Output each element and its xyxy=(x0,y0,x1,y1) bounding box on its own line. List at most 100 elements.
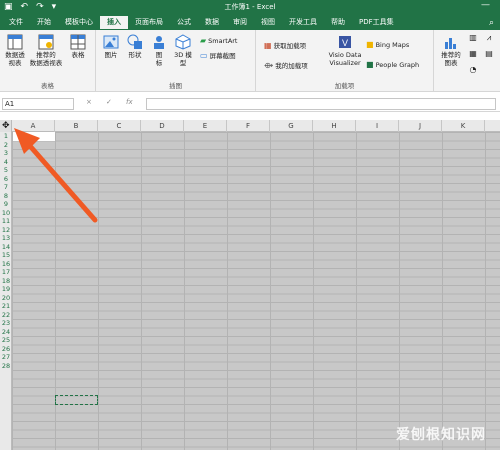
line-chart-button[interactable]: ⩘ xyxy=(482,34,496,42)
row-header[interactable]: 28 xyxy=(0,362,12,371)
table-button[interactable]: 表格 xyxy=(66,34,90,59)
search-icon[interactable]: ⌕ xyxy=(489,16,494,30)
column-header[interactable]: F xyxy=(227,120,270,132)
visio-label: Visio Data Visualizer xyxy=(328,51,362,67)
group-tables-label: 表格 xyxy=(41,82,54,90)
arrow-shaft xyxy=(27,143,98,223)
picture-icon xyxy=(103,35,119,49)
line-chart-icon: ⩘ xyxy=(486,33,492,42)
people-graph-label: People Graph xyxy=(375,60,420,69)
cursor-move-icon: ✥ xyxy=(2,121,10,131)
cube-icon xyxy=(175,34,191,50)
tab-help[interactable]: 帮助 xyxy=(324,16,352,30)
tab-formulas[interactable]: 公式 xyxy=(170,16,198,30)
formula-bar: A1 × ✓ fx xyxy=(0,96,500,112)
group-tables: 数据透 视表 推荐的 数据透视表 表格 表格 xyxy=(0,30,96,92)
row-header[interactable]: 13 xyxy=(0,234,12,243)
hierarchy-chart-button[interactable]: ▦ xyxy=(466,50,480,58)
smartart-label: SmartArt xyxy=(208,36,238,45)
row-header[interactable]: 24 xyxy=(0,328,12,337)
row-header[interactable]: 26 xyxy=(0,345,12,354)
my-addins-label: 我的加载项 xyxy=(275,62,308,70)
row-header[interactable]: 15 xyxy=(0,251,12,260)
row-header[interactable]: 18 xyxy=(0,277,12,286)
tab-home[interactable]: 开始 xyxy=(30,16,58,30)
ribbon: 数据透 视表 推荐的 数据透视表 表格 表格 图片 形状 图 标 3D 模 型 xyxy=(0,30,500,92)
cancel-icon[interactable]: × xyxy=(86,98,92,106)
row-header[interactable]: 16 xyxy=(0,260,12,269)
statistic-chart-icon: ▤ xyxy=(485,49,493,58)
screenshot-button[interactable]: ▭ 屏幕截图 xyxy=(200,50,236,61)
smartart-icon: ▰ xyxy=(200,36,207,45)
column-header[interactable]: H xyxy=(313,120,356,132)
minimize-button[interactable]: — xyxy=(481,0,490,10)
pivot-table-button[interactable]: 数据透 视表 xyxy=(2,34,28,67)
group-addins-label: 加载项 xyxy=(334,82,355,90)
tab-view[interactable]: 视图 xyxy=(254,16,282,30)
row-header[interactable]: 17 xyxy=(0,268,12,277)
column-header[interactable]: K xyxy=(442,120,485,132)
tab-review[interactable]: 审阅 xyxy=(226,16,254,30)
icons-icon xyxy=(154,36,164,49)
pivot-table-label: 数据透 视表 xyxy=(5,51,25,67)
row-header[interactable]: 22 xyxy=(0,311,12,320)
pie-chart-icon: ◔ xyxy=(469,65,477,74)
ribbon-tabs: 文件 开始 模板中心 插入 页面布局 公式 数据 审阅 视图 开发工具 帮助 P… xyxy=(0,14,500,30)
pivot-table-icon xyxy=(7,34,23,50)
row-header[interactable]: 21 xyxy=(0,302,12,311)
tab-pdf-tools[interactable]: PDF工具集 xyxy=(352,16,401,30)
name-box[interactable]: A1 xyxy=(2,98,74,110)
svg-text:V: V xyxy=(342,38,348,48)
visio-button[interactable]: V Visio Data Visualizer xyxy=(324,34,366,67)
3d-models-button[interactable]: 3D 模 型 xyxy=(172,34,194,67)
enter-icon[interactable]: ✓ xyxy=(106,98,112,106)
formula-input[interactable] xyxy=(146,98,496,110)
row-header[interactable]: 23 xyxy=(0,319,12,328)
tab-page-layout[interactable]: 页面布局 xyxy=(128,16,170,30)
bing-maps-button[interactable]: ■ Bing Maps xyxy=(366,40,409,49)
screenshot-icon: ▭ xyxy=(200,50,208,60)
column-header[interactable]: I xyxy=(356,120,399,132)
tab-developer[interactable]: 开发工具 xyxy=(282,16,324,30)
column-header[interactable]: E xyxy=(184,120,227,132)
recommended-pivot-button[interactable]: 推荐的 数据透视表 xyxy=(26,34,66,67)
row-header[interactable]: 27 xyxy=(0,353,12,362)
pie-chart-button[interactable]: ◔ xyxy=(466,66,480,74)
tab-file[interactable]: 文件 xyxy=(2,16,30,30)
row-header[interactable]: 25 xyxy=(0,336,12,345)
visio-icon: V xyxy=(339,36,351,48)
get-addins-button[interactable]: ▦ 获取加载项 xyxy=(264,40,307,51)
screenshot-label: 屏幕截图 xyxy=(209,52,236,60)
insert-function-icon[interactable]: fx xyxy=(126,98,133,106)
pictures-button[interactable]: 图片 xyxy=(100,34,122,59)
row-header[interactable]: 14 xyxy=(0,243,12,252)
watermark: 爱刨根知识网 xyxy=(396,427,486,443)
my-addins-button[interactable]: ⟴ 我的加载项 xyxy=(264,60,308,71)
column-header[interactable]: J xyxy=(399,120,442,132)
column-header[interactable]: D xyxy=(141,120,184,132)
group-charts: 推荐的 图表 ▥ ⩘ ▦ ▤ ◔ xyxy=(434,30,500,92)
recommended-charts-label: 推荐的 图表 xyxy=(441,51,461,67)
tab-insert[interactable]: 插入 xyxy=(100,16,128,30)
column-chart-button[interactable]: ▥ xyxy=(466,34,480,42)
get-addins-label: 获取加载项 xyxy=(273,42,307,50)
icons-button[interactable]: 图 标 xyxy=(150,34,168,67)
table-label: 表格 xyxy=(71,51,85,59)
bing-maps-icon: ■ xyxy=(366,40,374,49)
people-graph-button[interactable]: ■ People Graph xyxy=(366,60,419,69)
statistic-chart-button[interactable]: ▤ xyxy=(482,50,496,58)
tab-data[interactable]: 数据 xyxy=(198,16,226,30)
hierarchy-chart-icon: ▦ xyxy=(469,49,477,58)
smartart-button[interactable]: ▰ SmartArt xyxy=(200,36,238,45)
recommended-charts-button[interactable]: 推荐的 图表 xyxy=(438,34,464,67)
recommended-charts-icon xyxy=(445,38,456,49)
my-addins-icon: ⟴ xyxy=(264,60,274,70)
title-bar: ▣ ↶ ↷ ▾ 工作簿1 - Excel — xyxy=(0,0,500,14)
worksheet-grid: A B C D E F G H I J K 1 2 3 4 5 6 7 8 9 … xyxy=(0,120,500,450)
row-header[interactable]: 20 xyxy=(0,294,12,303)
shapes-button[interactable]: 形状 xyxy=(124,34,146,59)
column-chart-icon: ▥ xyxy=(469,33,477,42)
tab-templates[interactable]: 模板中心 xyxy=(58,16,100,30)
row-header[interactable]: 19 xyxy=(0,285,12,294)
column-header[interactable]: G xyxy=(270,120,313,132)
